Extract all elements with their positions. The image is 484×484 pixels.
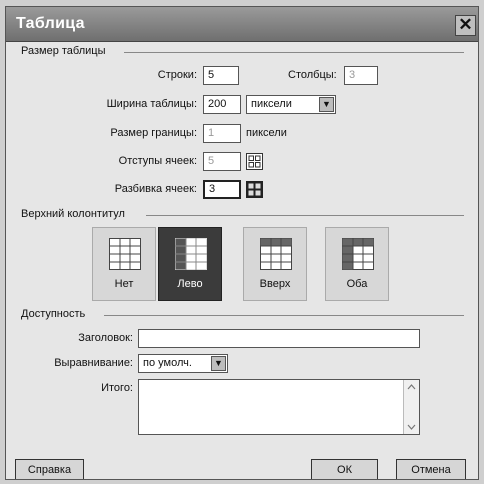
chevron-down-icon[interactable]: ▼ xyxy=(211,356,226,371)
header-group-label: Верхний колонтитул xyxy=(21,208,125,220)
header-option-none-label: Нет xyxy=(114,278,134,290)
width-unit-value: пиксели xyxy=(251,98,292,110)
accessibility-divider xyxy=(104,315,464,316)
table-width-input[interactable]: 200 xyxy=(203,95,241,114)
cell-padding-input[interactable]: 5 xyxy=(203,152,241,171)
chevron-down-icon[interactable]: ▼ xyxy=(319,97,334,112)
table-both-header-icon xyxy=(342,238,374,270)
cell-spacing-input[interactable]: 3 xyxy=(203,180,241,199)
table-size-group-label: Размер таблицы xyxy=(21,45,106,57)
title-bar: Таблица ✕ xyxy=(6,7,478,42)
scroll-down-icon[interactable] xyxy=(407,424,416,430)
table-left-header-icon xyxy=(175,238,207,270)
table-top-header-icon xyxy=(260,238,292,270)
header-option-both-label: Оба xyxy=(346,278,368,290)
cell-spacing-icon xyxy=(246,181,263,198)
rows-label: Строки: xyxy=(157,69,197,81)
align-value: по умолч. xyxy=(143,357,192,369)
header-option-none[interactable]: Нет xyxy=(92,227,156,301)
header-option-top-label: Вверх xyxy=(259,278,291,290)
header-divider xyxy=(146,215,464,216)
accessibility-group-label: Доступность xyxy=(21,308,86,320)
border-size-input[interactable]: 1 xyxy=(203,124,241,143)
close-icon: ✕ xyxy=(458,15,473,34)
columns-input[interactable]: 3 xyxy=(344,66,378,85)
columns-label: Столбцы: xyxy=(288,69,337,81)
header-option-left[interactable]: Лево xyxy=(158,227,222,301)
align-select[interactable]: по умолч. ▼ xyxy=(138,354,228,373)
summary-textarea[interactable] xyxy=(138,379,420,435)
close-button[interactable]: ✕ xyxy=(455,15,476,36)
cell-spacing-label: Разбивка ячеек: xyxy=(114,183,197,195)
table-size-divider xyxy=(124,52,464,53)
scroll-up-icon[interactable] xyxy=(407,384,416,390)
header-option-top[interactable]: Вверх xyxy=(243,227,307,301)
border-unit-label: пиксели xyxy=(246,127,287,139)
table-no-header-icon xyxy=(109,238,141,270)
border-size-label: Размер границы: xyxy=(110,127,197,139)
summary-label: Итого: xyxy=(101,382,133,394)
header-option-left-label: Лево xyxy=(177,278,203,290)
width-unit-select[interactable]: пиксели ▼ xyxy=(246,95,336,114)
caption-label: Заголовок: xyxy=(78,332,133,344)
help-button[interactable]: Справка xyxy=(15,459,84,479)
ok-button[interactable]: ОК xyxy=(311,459,378,479)
table-width-label: Ширина таблицы: xyxy=(106,98,197,110)
cell-padding-label: Отступы ячеек: xyxy=(118,155,197,167)
cell-padding-icon xyxy=(246,153,263,170)
rows-input[interactable]: 5 xyxy=(203,66,239,85)
align-label: Выравнивание: xyxy=(54,357,133,369)
caption-input[interactable] xyxy=(138,329,420,348)
cancel-button[interactable]: Отмена xyxy=(396,459,466,479)
summary-scrollbar[interactable] xyxy=(403,380,419,434)
table-dialog: Таблица ✕ Размер таблицы Строки: 5 Столб… xyxy=(5,6,479,480)
dialog-title: Таблица xyxy=(16,15,85,32)
header-option-both[interactable]: Оба xyxy=(325,227,389,301)
